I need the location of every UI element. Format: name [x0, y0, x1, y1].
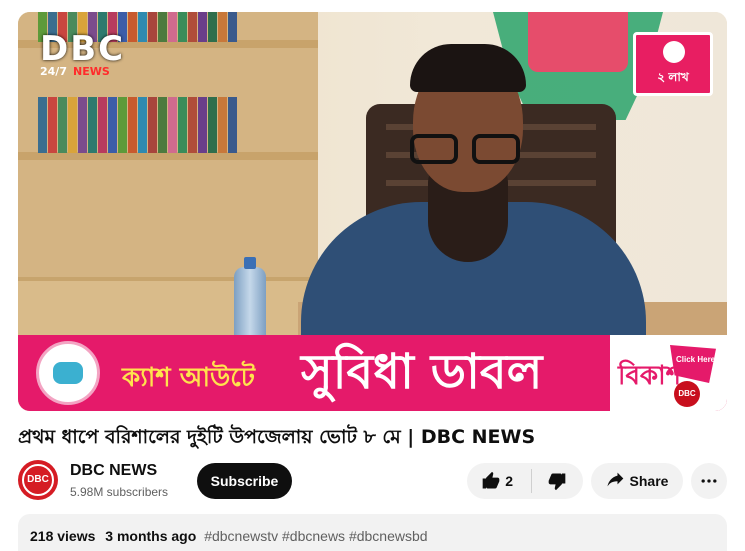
channel-avatar[interactable]: DBC — [18, 460, 58, 500]
like-count: 2 — [505, 473, 513, 489]
avatar-text: DBC — [22, 464, 54, 496]
banner-brand: বিকাশ — [618, 361, 682, 391]
poster — [528, 12, 628, 72]
more-actions-button[interactable] — [691, 463, 727, 499]
view-count: 218 views — [30, 528, 96, 544]
watermark-sub1: 24/7 — [40, 65, 67, 78]
like-dislike-bar: 2 — [467, 463, 583, 499]
shelf-board — [18, 152, 318, 160]
watermark-brand: DBC — [40, 29, 126, 69]
corner-logo-icon — [663, 41, 685, 63]
dislike-icon — [548, 473, 566, 491]
video-title: প্রথম ধাপে বরিশালের দুইটি উপজেলায় ভোট ৮… — [18, 426, 536, 448]
banner-badge-icon — [36, 341, 100, 405]
person-hair — [410, 44, 526, 92]
subscriber-count: 5.98M subscribers — [70, 485, 169, 499]
dbc-watermark: DBC 24/7 NEWS — [40, 29, 150, 78]
like-icon — [482, 471, 500, 489]
share-icon — [607, 472, 624, 487]
more-icon — [701, 479, 717, 483]
share-label: Share — [629, 473, 669, 489]
upload-age: 3 months ago — [105, 528, 197, 544]
channel-name[interactable]: DBC NEWS — [70, 462, 157, 480]
banner-mini-logo: DBC — [674, 381, 700, 407]
video-player[interactable]: DBC 24/7 NEWS ২ লাখ ক্যাশ আউটে সুবিধা ডা… — [18, 12, 727, 411]
description-box[interactable]: 218 views 3 months ago #dbcnewstv #dbcne… — [18, 514, 727, 551]
banner-brand-panel: বিকাশ Click Here DBC — [610, 335, 727, 411]
banner-small-text: ক্যাশ আউটে — [122, 363, 255, 393]
banner-big-text: সুবিধা ডাবল — [301, 344, 543, 400]
books — [38, 97, 238, 153]
corner-logo: ২ লাখ — [633, 32, 713, 96]
subscribe-button[interactable]: Subscribe — [197, 463, 292, 499]
hashtags[interactable]: #dbcnewstv #dbcnews #dbcnewsbd — [204, 528, 427, 544]
share-button[interactable]: Share — [591, 463, 683, 499]
dislike-button[interactable] — [532, 463, 583, 499]
like-button[interactable]: 2 — [467, 463, 531, 499]
glasses — [410, 134, 520, 168]
ad-banner: ক্যাশ আউটে সুবিধা ডাবল বিকাশ Click Here … — [18, 335, 727, 411]
corner-logo-text: ২ লাখ — [657, 70, 689, 84]
watermark-sub2: NEWS — [72, 65, 110, 78]
